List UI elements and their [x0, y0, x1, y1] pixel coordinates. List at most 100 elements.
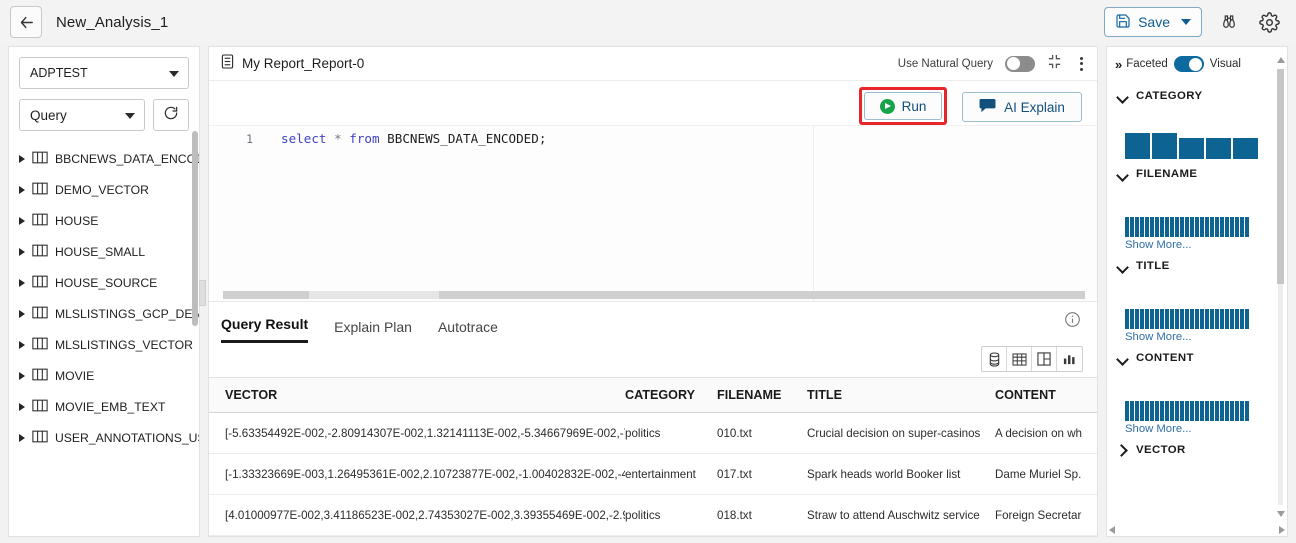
database-icon[interactable]: [982, 347, 1007, 371]
chevron-right-icon[interactable]: [19, 278, 25, 287]
facet-bar[interactable]: [1179, 138, 1204, 159]
chevron-right-icon[interactable]: [19, 371, 25, 380]
facet-bar[interactable]: [1160, 309, 1164, 329]
binoculars-icon[interactable]: [1216, 9, 1242, 35]
scroll-right-arrow-icon[interactable]: [1279, 526, 1285, 534]
facet-bar[interactable]: [1175, 217, 1179, 237]
facet-bar[interactable]: [1175, 309, 1179, 329]
facet-bar[interactable]: [1145, 401, 1149, 421]
tree-item[interactable]: DEMO_VECTOR: [9, 174, 199, 205]
show-more-link[interactable]: Show More...: [1125, 239, 1287, 251]
facet-bars[interactable]: [1125, 289, 1287, 329]
facet-bar[interactable]: [1235, 309, 1239, 329]
facet-bar[interactable]: [1140, 217, 1144, 237]
facet-bar[interactable]: [1206, 138, 1231, 159]
facet-bar[interactable]: [1170, 217, 1174, 237]
back-button[interactable]: [10, 6, 42, 38]
facet-panel-hscrollbar[interactable]: [1109, 525, 1285, 534]
facet-bar[interactable]: [1215, 309, 1219, 329]
facet-bar[interactable]: [1210, 217, 1214, 237]
facet-bar[interactable]: [1135, 309, 1139, 329]
facet-bar[interactable]: [1175, 401, 1179, 421]
object-type-select[interactable]: Query: [19, 99, 145, 131]
chevron-right-icon[interactable]: [19, 216, 25, 225]
facet-bar[interactable]: [1150, 217, 1154, 237]
scrollbar-thumb[interactable]: [1277, 69, 1284, 284]
facet-bar[interactable]: [1130, 401, 1134, 421]
scrollbar-track[interactable]: [439, 291, 1085, 299]
facet-bar[interactable]: [1190, 309, 1194, 329]
natural-query-toggle[interactable]: [1005, 55, 1035, 72]
facet-bar[interactable]: [1225, 217, 1229, 237]
sidebar-resize-handle[interactable]: [199, 280, 206, 306]
editor-code[interactable]: select * from BBCNEWS_DATA_ENCODED;: [281, 131, 546, 146]
editor-horizontal-scrollbar[interactable]: [223, 291, 1085, 299]
facet-bar[interactable]: [1220, 401, 1224, 421]
collapse-icon[interactable]: [1047, 54, 1062, 74]
facet-bar[interactable]: [1125, 401, 1129, 421]
facet-bar[interactable]: [1195, 217, 1199, 237]
facet-bar[interactable]: [1160, 217, 1164, 237]
scrollbar-thumb[interactable]: [223, 291, 309, 299]
facet-bar[interactable]: [1155, 309, 1159, 329]
facet-bar[interactable]: [1165, 217, 1169, 237]
scroll-left-arrow-icon[interactable]: [1109, 526, 1115, 534]
column-header-vector[interactable]: VECTOR: [225, 388, 625, 402]
show-more-link[interactable]: Show More...: [1125, 423, 1287, 435]
chevron-right-icon[interactable]: [19, 309, 25, 318]
facet-bar[interactable]: [1210, 309, 1214, 329]
scroll-up-arrow-icon[interactable]: [1277, 57, 1285, 63]
gear-icon[interactable]: [1256, 9, 1282, 35]
facet-bar[interactable]: [1205, 309, 1209, 329]
tree-item[interactable]: MOVIE: [9, 360, 199, 391]
ai-explain-button[interactable]: AI Explain: [962, 92, 1082, 122]
table-row[interactable]: [-5.63354492E-002,-2.80914307E-002,1.321…: [209, 413, 1097, 454]
facet-bar[interactable]: [1130, 309, 1134, 329]
faceted-visual-toggle[interactable]: [1173, 56, 1204, 72]
facet-bar[interactable]: [1165, 401, 1169, 421]
facet-bars[interactable]: [1125, 197, 1287, 237]
column-header-title[interactable]: TITLE: [807, 388, 995, 402]
facet-bar[interactable]: [1205, 217, 1209, 237]
facet-bar[interactable]: [1130, 217, 1134, 237]
info-icon[interactable]: [1064, 311, 1081, 333]
facet-bar[interactable]: [1140, 401, 1144, 421]
facet-bar[interactable]: [1230, 217, 1234, 237]
facet-bar[interactable]: [1195, 309, 1199, 329]
chevron-right-icon[interactable]: [19, 433, 25, 442]
table-row[interactable]: [4.01000977E-002,3.41186523E-002,2.74353…: [209, 495, 1097, 536]
facet-bar[interactable]: [1245, 401, 1249, 421]
facet-bar[interactable]: [1220, 217, 1224, 237]
facet-bar[interactable]: [1180, 309, 1184, 329]
facet-bar[interactable]: [1210, 401, 1214, 421]
chevron-right-icon[interactable]: [19, 154, 25, 163]
kebab-menu-icon[interactable]: [1074, 56, 1089, 71]
chart-view-icon[interactable]: [1057, 347, 1082, 371]
facet-bar[interactable]: [1170, 309, 1174, 329]
tree-item[interactable]: BBCNEWS_DATA_ENCODE: [9, 143, 199, 174]
save-button[interactable]: Save: [1104, 7, 1202, 37]
facet-bar[interactable]: [1165, 309, 1169, 329]
grid-view-icon[interactable]: [1007, 347, 1032, 371]
facet-header[interactable]: CATEGORY: [1117, 81, 1287, 111]
facet-header[interactable]: FILENAME: [1117, 159, 1287, 189]
facet-bar[interactable]: [1170, 401, 1174, 421]
tree-item[interactable]: HOUSE_SOURCE: [9, 267, 199, 298]
facet-bar[interactable]: [1145, 309, 1149, 329]
facet-bar[interactable]: [1190, 217, 1194, 237]
tree-item[interactable]: MLSLISTINGS_GCP_DEMO: [9, 298, 199, 329]
chevron-right-icon[interactable]: [19, 185, 25, 194]
facet-bar[interactable]: [1215, 217, 1219, 237]
facet-bar[interactable]: [1235, 401, 1239, 421]
facet-bar[interactable]: [1230, 401, 1234, 421]
facet-bar[interactable]: [1230, 309, 1234, 329]
facet-bar[interactable]: [1190, 401, 1194, 421]
chevron-down-icon[interactable]: [1181, 19, 1191, 25]
facet-bars[interactable]: [1125, 119, 1287, 159]
facet-bar[interactable]: [1155, 217, 1159, 237]
facet-panel-scrollbar[interactable]: [1277, 57, 1285, 517]
sql-editor[interactable]: 1 select * from BBCNEWS_DATA_ENCODED;: [209, 125, 1097, 301]
chevron-right-icon[interactable]: [19, 247, 25, 256]
scrollbar-thumb-secondary[interactable]: [309, 291, 439, 299]
facet-bar[interactable]: [1205, 401, 1209, 421]
